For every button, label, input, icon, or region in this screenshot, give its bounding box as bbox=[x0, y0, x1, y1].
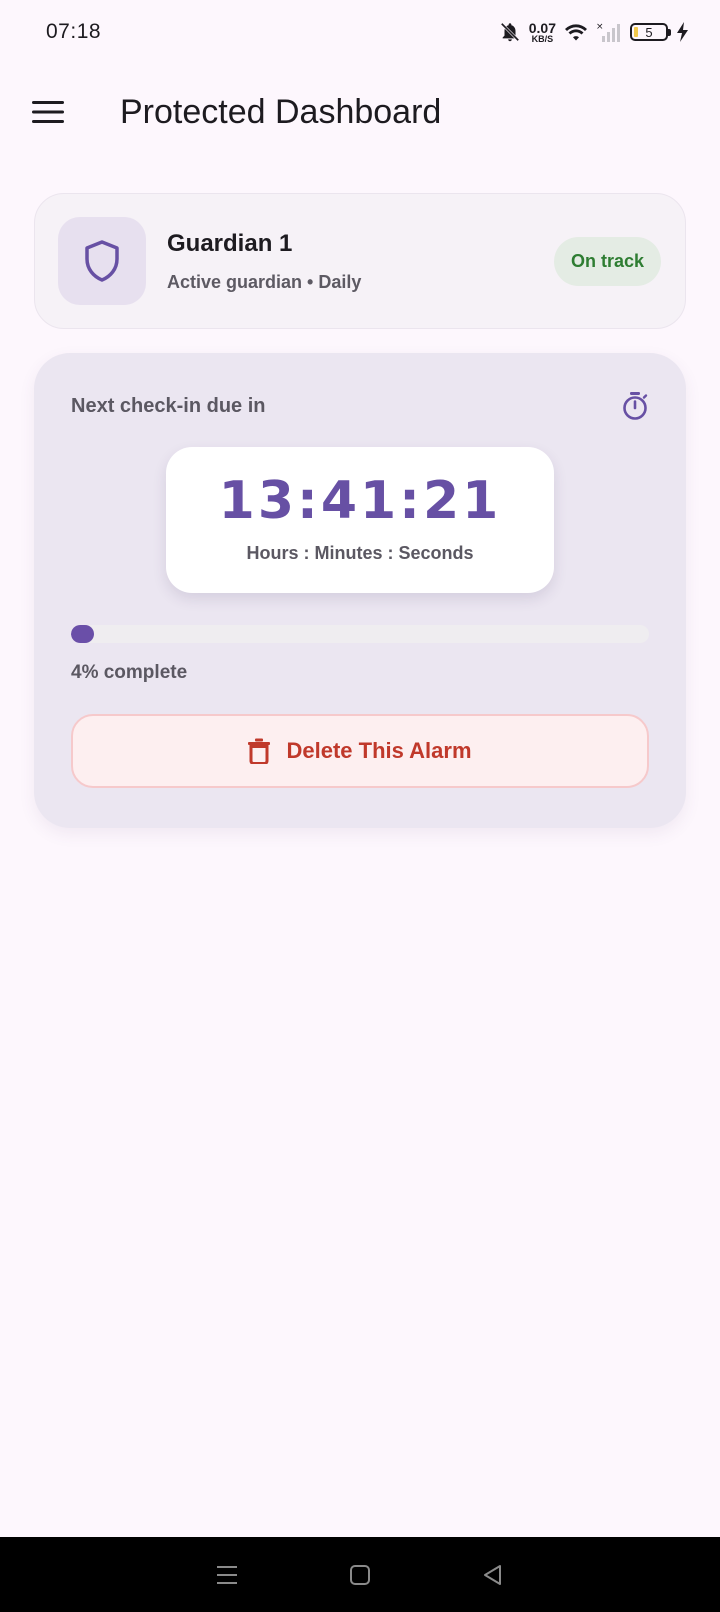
page-title: Protected Dashboard bbox=[120, 92, 442, 131]
bell-off-icon bbox=[500, 22, 519, 42]
net-speed: 0.07 KB/S bbox=[529, 21, 556, 44]
battery-icon: 5 bbox=[630, 23, 671, 41]
charging-icon bbox=[677, 22, 688, 42]
countdown-card: Next check-in due in 13:41:21 Hours : Mi… bbox=[34, 353, 686, 828]
system-nav-bar bbox=[0, 1537, 720, 1612]
status-icons: 0.07 KB/S × 5 bbox=[499, 21, 690, 44]
menu-button[interactable] bbox=[24, 88, 72, 136]
guardian-avatar bbox=[58, 217, 146, 305]
progress-fill bbox=[71, 625, 95, 643]
guardian-subtitle: Active guardian • Daily bbox=[167, 271, 362, 292]
battery-level: 5 bbox=[645, 24, 653, 40]
home-icon[interactable] bbox=[348, 1563, 372, 1587]
app-bar: Protected Dashboard bbox=[0, 72, 720, 152]
timer-display: 13:41:21 Hours : Minutes : Seconds bbox=[166, 447, 554, 593]
guardian-card[interactable]: Guardian 1 Active guardian • Daily On tr… bbox=[34, 193, 686, 329]
countdown-label: Next check-in due in bbox=[71, 394, 266, 417]
timer-digits: 13:41:21 bbox=[218, 471, 502, 531]
shield-icon bbox=[85, 240, 119, 282]
net-speed-unit: KB/S bbox=[531, 33, 554, 44]
trash-icon bbox=[248, 738, 271, 764]
status-badge: On track bbox=[553, 236, 661, 286]
guardian-info: Guardian 1 Active guardian • Daily bbox=[167, 230, 554, 293]
guardian-name: Guardian 1 bbox=[167, 229, 293, 257]
stopwatch-icon bbox=[623, 392, 648, 420]
signal-off-icon: × bbox=[596, 22, 620, 42]
countdown-header: Next check-in due in bbox=[71, 391, 649, 421]
svg-text:×: × bbox=[596, 22, 604, 32]
status-time: 07:18 bbox=[46, 20, 102, 43]
wifi-icon bbox=[565, 24, 587, 41]
menu-icon bbox=[32, 101, 64, 123]
delete-alarm-label: Delete This Alarm bbox=[286, 738, 472, 763]
timer-caption: Hours : Minutes : Seconds bbox=[246, 543, 474, 563]
progress-bar bbox=[71, 625, 649, 643]
back-icon[interactable] bbox=[481, 1563, 505, 1587]
status-bar: 07:18 0.07 KB/S × 5 bbox=[0, 0, 720, 64]
delete-alarm-button[interactable]: Delete This Alarm bbox=[71, 714, 649, 788]
net-speed-value: 0.07 bbox=[528, 19, 556, 36]
progress-text: 4% complete bbox=[71, 662, 188, 683]
recents-icon[interactable] bbox=[215, 1564, 239, 1586]
